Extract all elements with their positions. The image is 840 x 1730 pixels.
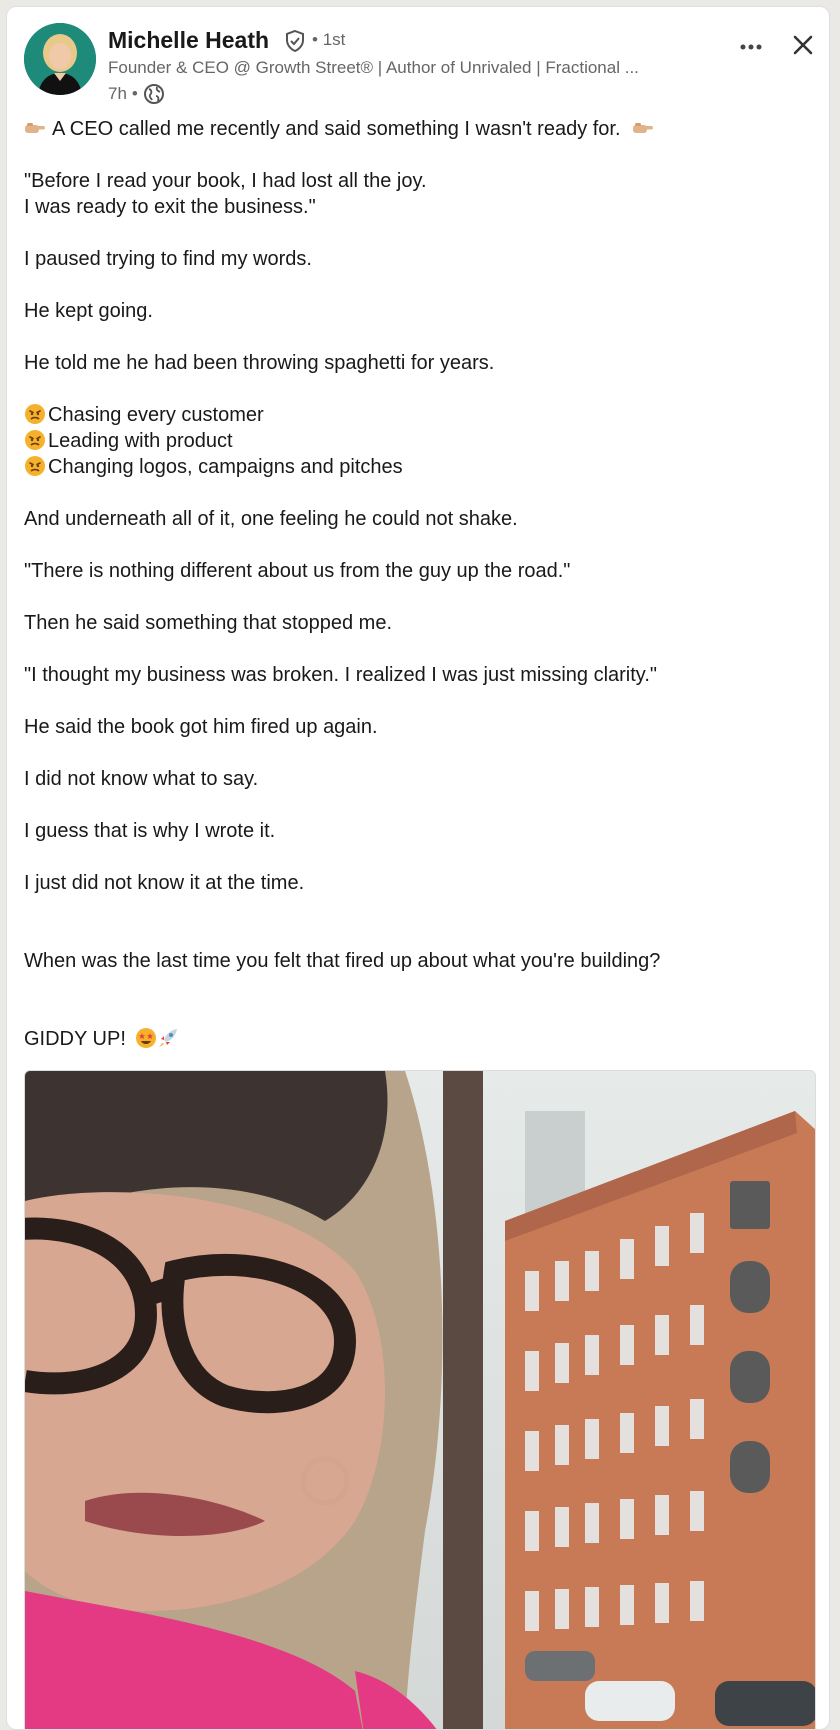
angry-face-icon [24,455,46,477]
quote-line-2: I was ready to exit the business." [24,196,316,218]
paragraph: He told me he had been throwing spaghett… [24,352,495,374]
paragraph: And underneath all of it, one feeling he… [24,508,518,530]
pointing-right-icon [632,117,654,139]
paragraph: When was the last time you felt that fir… [24,950,661,972]
list-item: Chasing every customer [24,402,814,428]
close-button[interactable] [783,27,823,67]
bullet-list: Chasing every customer Leading with prod… [24,402,814,480]
close-icon [792,34,814,61]
paragraph: I paused trying to find my words. [24,248,312,270]
connection-degree-label: 1st [322,30,346,49]
angry-face-icon [24,429,46,451]
author-headline: Founder & CEO @ Growth Street® | Author … [108,58,639,77]
post-opening-line: A CEO called me recently and said someth… [24,116,814,142]
paragraph: "I thought my business was broken. I rea… [24,664,657,686]
rocket-icon [157,1027,179,1049]
post-meta: 7h • [108,83,165,105]
author-avatar[interactable] [24,23,96,95]
list-item-text: Changing logos, campaigns and pitches [48,456,403,478]
meta-separator: • [131,84,138,103]
list-item-text: Chasing every customer [48,404,264,426]
more-options-button[interactable] [731,27,771,67]
list-item-text: Leading with product [48,430,233,452]
list-item: Leading with product [24,428,814,454]
globe-icon [143,83,165,105]
paragraph: He kept going. [24,300,153,322]
paragraph: He said the book got him fired up again. [24,716,378,738]
paragraph: I did not know what to say. [24,768,259,790]
post-image[interactable] [24,1070,816,1729]
more-horizontal-icon [739,38,763,56]
paragraph: "There is nothing different about us fro… [24,560,571,582]
angry-face-icon [24,403,46,425]
quote-line-1: "Before I read your book, I had lost all… [24,170,427,192]
paragraph: I guess that is why I wrote it. [24,820,276,842]
verified-shield-icon [283,29,307,53]
list-item: Changing logos, campaigns and pitches [24,454,814,480]
post-age: 7h [108,84,127,103]
connection-degree: • 1st [312,30,346,49]
pointing-right-icon [24,117,46,139]
paragraph: Then he said something that stopped me. [24,612,393,634]
opening-text: A CEO called me recently and said someth… [52,118,621,140]
sign-off-text: GIDDY UP! [24,1028,126,1050]
sign-off: GIDDY UP! [24,1026,814,1052]
paragraph: I just did not know it at the time. [24,872,305,894]
post-text: A CEO called me recently and said someth… [24,116,814,1052]
author-name[interactable]: Michelle Heath [108,27,269,54]
star-struck-icon [135,1027,157,1049]
post-card: Michelle Heath • 1st Founder & CEO @ Gro… [6,6,830,1730]
